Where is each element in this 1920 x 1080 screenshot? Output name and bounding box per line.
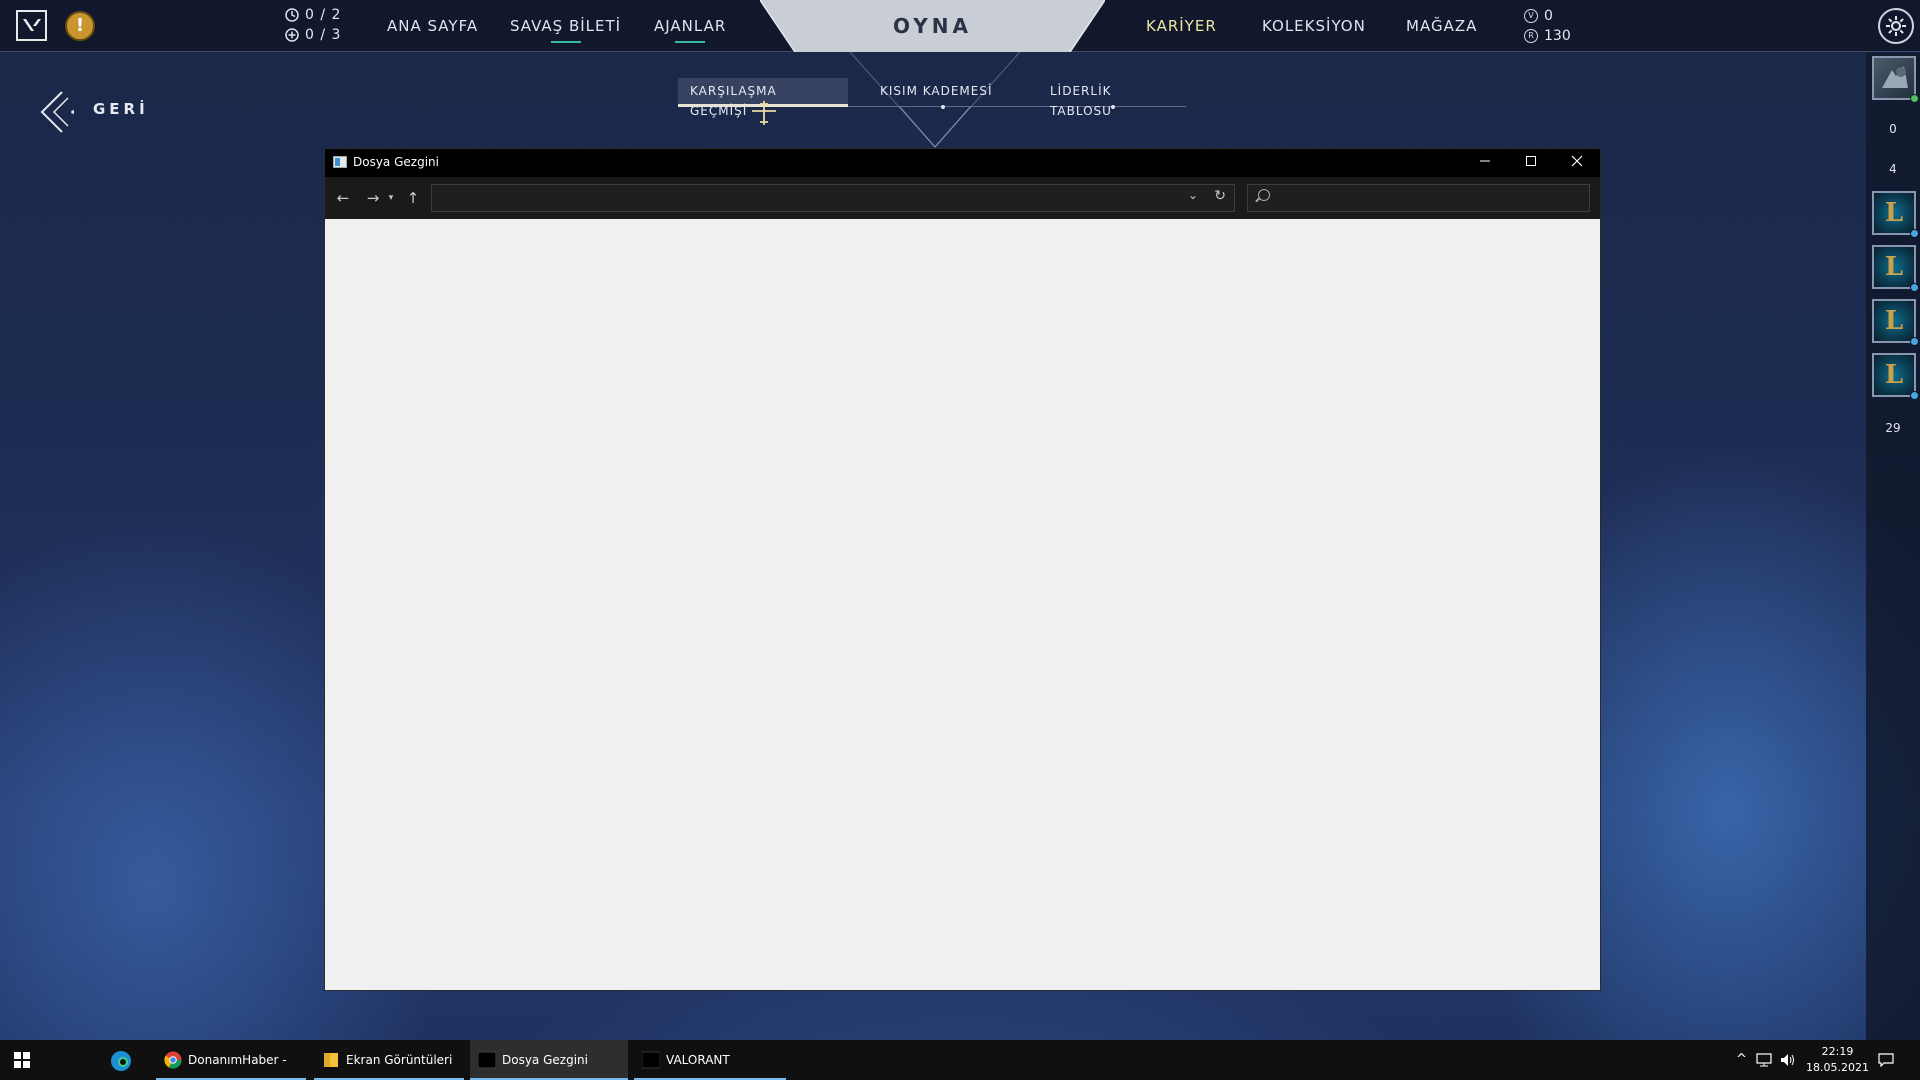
notification-center-icon[interactable] xyxy=(1878,1040,1894,1080)
file-explorer-icon xyxy=(478,1051,496,1069)
friend-avatar[interactable]: L xyxy=(1872,353,1919,400)
status-icon xyxy=(1910,283,1919,292)
taskbar-item-valorant[interactable]: VALORANT xyxy=(634,1040,786,1080)
clock-date: 18.05.2021 xyxy=(1806,1061,1869,1074)
valorant-points: 0 xyxy=(1544,8,1553,24)
offline-friends-count: 29 xyxy=(1885,421,1901,435)
search-box[interactable] xyxy=(1247,184,1590,212)
play-label: OYNA xyxy=(893,14,972,38)
league-of-legends-icon: L xyxy=(1884,252,1904,282)
league-of-legends-icon: L xyxy=(1884,360,1904,390)
search-icon xyxy=(1258,189,1270,201)
volume-icon[interactable] xyxy=(1780,1040,1796,1080)
status-icon xyxy=(1910,337,1919,346)
show-hidden-icons-chevron-icon[interactable]: ^ xyxy=(1736,1040,1747,1080)
chevron-left-icon xyxy=(40,91,74,133)
radianite-points: 130 xyxy=(1544,28,1571,44)
search-input[interactable] xyxy=(1276,187,1576,209)
address-bar[interactable]: ⌄ ↻ xyxy=(431,184,1235,212)
refresh-icon[interactable]: ↻ xyxy=(1214,188,1226,204)
valorant-points-icon: V xyxy=(1524,9,1538,23)
social-panel: 0 4 L L L L 29 xyxy=(1866,53,1920,1040)
alert-icon[interactable]: ! xyxy=(65,11,95,41)
taskbar-item-screenshots-folder[interactable]: Ekran Görüntüleri xyxy=(314,1040,464,1080)
status-icon xyxy=(1910,391,1919,400)
explorer-title: Dosya Gezgini xyxy=(353,155,439,169)
nav-agents[interactable]: AJANLAR xyxy=(654,17,726,43)
daily-mission-count: 0 / 2 xyxy=(305,7,342,23)
taskbar-item-file-explorer[interactable]: Dosya Gezgini xyxy=(470,1040,628,1080)
nav-career[interactable]: KARİYER xyxy=(1146,17,1217,35)
address-dropdown-icon[interactable]: ⌄ xyxy=(1188,188,1198,202)
tab-dot xyxy=(941,105,945,109)
currency-display[interactable]: V0 R 130 xyxy=(1524,6,1571,46)
explorer-toolbar: ← → ▾ ↑ ⌄ ↻ xyxy=(325,177,1600,219)
top-navigation-bar: ! 0 / 2 0 / 3 ANA SAYFA SAVAŞ BİLETİ AJA… xyxy=(0,0,1920,52)
back-arrow-icon[interactable]: ← xyxy=(331,186,355,210)
player-avatar[interactable] xyxy=(1872,56,1919,103)
settings-gear-icon[interactable] xyxy=(1878,8,1914,44)
nav-indicator xyxy=(675,41,706,43)
valorant-icon xyxy=(642,1051,660,1069)
friend-avatar[interactable]: L xyxy=(1872,191,1919,238)
nav-collection[interactable]: KOLEKSİYON xyxy=(1262,17,1366,35)
tab-act-rank[interactable]: KISIM KADEMESİ xyxy=(868,78,1018,109)
plus-circle-icon xyxy=(285,28,299,42)
back-label: GERİ xyxy=(93,100,149,118)
friends-online-count: 0 xyxy=(1889,122,1897,136)
network-icon[interactable] xyxy=(1756,1040,1772,1080)
windows-start-icon[interactable] xyxy=(14,1052,30,1072)
league-of-legends-icon: L xyxy=(1884,198,1904,228)
friend-avatar[interactable]: L xyxy=(1872,245,1919,292)
forward-arrow-icon[interactable]: → xyxy=(361,186,385,210)
file-explorer-icon xyxy=(333,156,347,168)
recent-locations-chevron-icon[interactable]: ▾ xyxy=(383,186,399,210)
minimize-icon xyxy=(1480,160,1490,162)
explorer-content-area[interactable] xyxy=(325,219,1600,990)
online-status-icon xyxy=(1910,94,1919,103)
play-button[interactable]: OYNA xyxy=(760,0,1105,52)
windows-taskbar: DonanımHaber - C... Ekran Görüntüleri Do… xyxy=(0,1040,1920,1080)
edge-browser-icon[interactable] xyxy=(110,1050,132,1076)
nav-store[interactable]: MAĞAZA xyxy=(1406,17,1477,35)
party-count: 4 xyxy=(1889,162,1897,176)
maximize-icon xyxy=(1526,156,1536,166)
weekly-mission-count: 0 / 3 xyxy=(305,27,342,43)
friend-avatar[interactable]: L xyxy=(1872,299,1919,346)
clock-icon xyxy=(285,8,299,22)
tab-dot xyxy=(1111,105,1115,109)
up-arrow-icon[interactable]: ↑ xyxy=(401,186,425,210)
tab-leaderboard[interactable]: LİDERLİK TABLOSU xyxy=(1038,78,1188,118)
valorant-logo-icon[interactable] xyxy=(16,10,47,41)
maximize-button[interactable] xyxy=(1508,149,1554,177)
back-button[interactable]: GERİ xyxy=(38,90,149,133)
nav-home[interactable]: ANA SAYFA xyxy=(387,17,478,35)
minimize-button[interactable] xyxy=(1462,149,1508,177)
nav-battle-pass[interactable]: SAVAŞ BİLETİ xyxy=(510,17,621,43)
chrome-icon xyxy=(164,1051,182,1069)
status-icon xyxy=(1910,229,1919,238)
mission-counters[interactable]: 0 / 2 0 / 3 xyxy=(285,5,341,45)
file-explorer-window: Dosya Gezgini ← → ▾ ↑ ⌄ ↻ xyxy=(324,148,1601,991)
clock-time: 22:19 xyxy=(1821,1045,1854,1058)
radianite-icon: R xyxy=(1524,29,1538,43)
nav-indicator xyxy=(550,41,581,43)
close-button[interactable] xyxy=(1554,149,1600,177)
close-icon xyxy=(1571,155,1583,167)
cursor-icon xyxy=(752,101,776,125)
folder-icon xyxy=(324,1053,338,1067)
taskbar-item-chrome[interactable]: DonanımHaber - C... xyxy=(156,1040,306,1080)
taskbar-clock[interactable]: 22:19 18.05.2021 xyxy=(1806,1044,1869,1076)
explorer-titlebar[interactable]: Dosya Gezgini xyxy=(325,149,1600,177)
league-of-legends-icon: L xyxy=(1884,306,1904,336)
